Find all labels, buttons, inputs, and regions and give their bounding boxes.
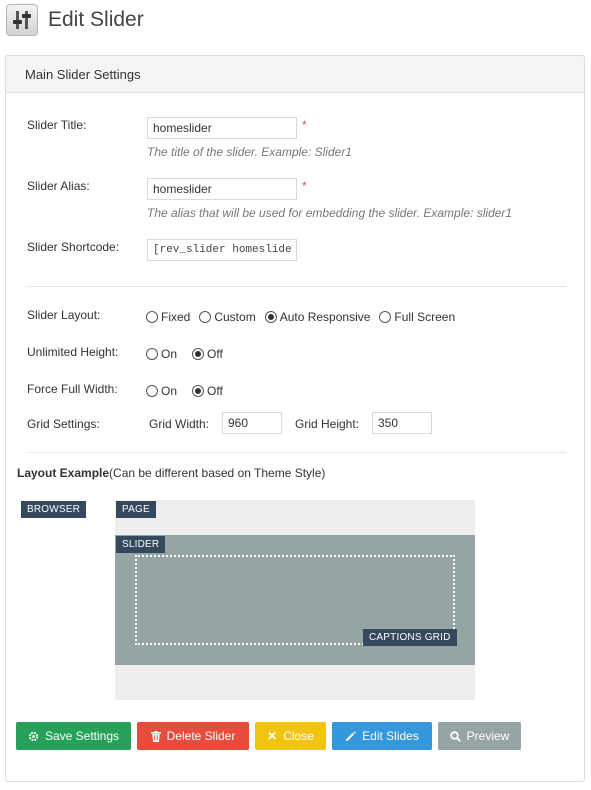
required-marker: * bbox=[302, 179, 307, 193]
grid-height-input[interactable] bbox=[372, 412, 432, 434]
grid-settings-label: Grid Settings: bbox=[27, 417, 100, 431]
page-tag: PAGE bbox=[116, 501, 156, 518]
page-title: Edit Slider bbox=[48, 8, 144, 31]
unlimited-height-off[interactable]: Off bbox=[192, 347, 223, 361]
force-full-width-label: Force Full Width: bbox=[27, 382, 118, 396]
layout-option-fixed[interactable]: Fixed bbox=[146, 310, 190, 324]
layout-example-title: Layout Example(Can be different based on… bbox=[17, 466, 326, 480]
slider-layout-label: Slider Layout: bbox=[27, 308, 101, 322]
force-full-width-on[interactable]: On bbox=[146, 384, 177, 398]
slider-alias-label: Slider Alias: bbox=[27, 179, 90, 193]
layout-option-full-screen[interactable]: Full Screen bbox=[379, 310, 455, 324]
edit-slides-button[interactable]: Edit Slides bbox=[332, 722, 432, 750]
slider-title-label: Slider Title: bbox=[27, 118, 87, 132]
layout-example-diagram: BROWSER PAGE SLIDER CAPTIONS GRID bbox=[20, 500, 571, 700]
radio-button-selected[interactable] bbox=[192, 385, 205, 397]
close-icon: ✕ bbox=[267, 729, 278, 743]
slider-shortcode-field[interactable] bbox=[147, 239, 297, 261]
delete-slider-button[interactable]: Delete Slider bbox=[137, 722, 249, 750]
grid-height-label: Grid Height: bbox=[295, 417, 360, 431]
save-settings-button[interactable]: Save Settings bbox=[16, 722, 131, 750]
unlimited-height-radio-group: On Off bbox=[146, 347, 232, 361]
sliders-icon bbox=[6, 4, 38, 36]
page-header: Edit Slider bbox=[6, 3, 144, 37]
slider-layout-radio-group: Fixed Custom Auto Responsive Full Screen bbox=[146, 310, 464, 324]
panel-title: Main Slider Settings bbox=[6, 56, 584, 93]
force-full-width-radio-group: On Off bbox=[146, 384, 232, 398]
layout-option-custom[interactable]: Custom bbox=[199, 310, 256, 324]
gear-icon bbox=[28, 731, 39, 742]
captions-grid-tag: CAPTIONS GRID bbox=[363, 629, 457, 646]
browser-tag: BROWSER bbox=[21, 501, 87, 518]
radio-button[interactable] bbox=[146, 385, 158, 397]
layout-option-auto-responsive[interactable]: Auto Responsive bbox=[264, 310, 370, 324]
trash-icon bbox=[150, 730, 161, 742]
radio-button-selected[interactable] bbox=[192, 348, 205, 360]
search-icon bbox=[449, 730, 461, 742]
radio-button-selected[interactable] bbox=[264, 311, 277, 323]
divider bbox=[27, 452, 566, 453]
close-button[interactable]: ✕ Close bbox=[255, 722, 326, 750]
unlimited-height-label: Unlimited Height: bbox=[27, 345, 119, 359]
slider-alias-description: The alias that will be used for embeddin… bbox=[147, 206, 513, 220]
slider-shortcode-label: Slider Shortcode: bbox=[27, 240, 120, 254]
slider-title-input[interactable] bbox=[147, 117, 297, 139]
grid-width-input[interactable] bbox=[222, 412, 282, 434]
divider bbox=[27, 286, 566, 287]
slider-title-description: The title of the slider. Example: Slider… bbox=[147, 145, 352, 159]
main-settings-panel: Main Slider Settings Slider Title: * The… bbox=[5, 55, 585, 782]
radio-button[interactable] bbox=[199, 311, 212, 323]
slider-alias-input[interactable] bbox=[147, 178, 297, 200]
pencil-icon bbox=[345, 730, 356, 742]
preview-button[interactable]: Preview bbox=[438, 722, 521, 750]
radio-button[interactable] bbox=[146, 311, 158, 323]
required-marker: * bbox=[302, 118, 307, 132]
radio-button[interactable] bbox=[379, 311, 392, 323]
radio-button[interactable] bbox=[146, 348, 158, 360]
unlimited-height-on[interactable]: On bbox=[146, 347, 177, 361]
grid-width-label: Grid Width: bbox=[149, 417, 210, 431]
slider-tag: SLIDER bbox=[116, 536, 166, 553]
force-full-width-off[interactable]: Off bbox=[192, 384, 223, 398]
